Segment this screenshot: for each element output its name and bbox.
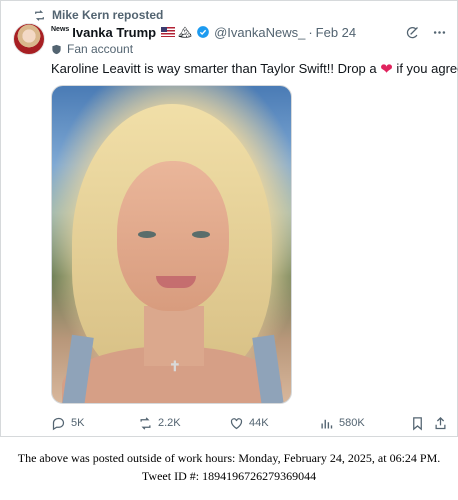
reply-button[interactable]: 5K	[51, 416, 84, 431]
action-bar: 5K 2.2K 44K 580K	[51, 413, 447, 433]
fan-account-label[interactable]: Fan account	[51, 41, 133, 57]
like-heart-icon	[230, 417, 243, 429]
grok-icon[interactable]	[405, 25, 420, 40]
views-button[interactable]: 580K	[319, 416, 365, 431]
heart-icon: ❤	[380, 61, 393, 78]
reply-icon	[52, 417, 65, 430]
display-name[interactable]: Ivanka Trump	[72, 25, 156, 40]
news-tag: News	[51, 25, 70, 33]
footer-tweet-id: Tweet ID #: 1894196726279369044	[141, 469, 317, 483]
share-button[interactable]	[433, 416, 448, 431]
view-count: 580K	[339, 417, 365, 429]
like-count: 44K	[249, 417, 269, 429]
repost-action-icon	[140, 416, 151, 430]
repost-icon	[35, 9, 44, 21]
us-flag-icon	[161, 27, 176, 37]
footer-note: The above was posted outside of work hou…	[0, 449, 458, 485]
photo-eye-left	[138, 231, 156, 238]
repost-count: 2.2K	[158, 417, 181, 429]
avatar[interactable]	[13, 23, 45, 55]
separator-dot: ·	[308, 24, 313, 40]
photo-face	[117, 161, 229, 311]
mountain-icon: 🏔	[178, 26, 193, 39]
photo-neck	[144, 306, 204, 366]
tweet-header: News Ivanka Trump 🏔 @IvankaNews_ · Feb 2…	[51, 23, 447, 41]
bookmark-button[interactable]	[410, 416, 425, 431]
tweet-text-start: Karoline Leavitt is way smarter than Tay…	[51, 61, 381, 76]
fan-account-text: Fan account	[67, 42, 134, 56]
cross-pendant-icon: ✝	[169, 358, 181, 374]
like-button[interactable]: 44K	[229, 416, 269, 431]
tweet-text-end: if you agree!	[396, 61, 458, 76]
tweet-photo[interactable]: ✝	[51, 85, 292, 404]
repost-indicator[interactable]: Mike Kern reposted	[33, 7, 163, 23]
post-time[interactable]: Feb 24	[316, 25, 356, 40]
reply-count: 5K	[71, 417, 85, 429]
more-options-icon[interactable]	[432, 25, 447, 40]
photo-eye-right	[192, 231, 210, 238]
tweet-text: Karoline Leavitt is way smarter than Tay…	[51, 60, 458, 79]
footer-posted-time: The above was posted outside of work hou…	[17, 451, 441, 465]
repost-button[interactable]: 2.2K	[138, 416, 181, 431]
bookmark-icon	[413, 416, 422, 430]
author-handle[interactable]: @IvankaNews_	[214, 25, 305, 40]
photo-mouth	[156, 276, 196, 288]
repost-text: Mike Kern reposted	[52, 8, 164, 22]
views-chart-icon	[321, 419, 333, 428]
share-icon	[435, 416, 446, 429]
tweet-card: Mike Kern reposted News Ivanka Trump 🏔 @…	[0, 0, 458, 437]
verified-badge-icon	[197, 26, 209, 38]
shield-icon	[52, 44, 61, 54]
